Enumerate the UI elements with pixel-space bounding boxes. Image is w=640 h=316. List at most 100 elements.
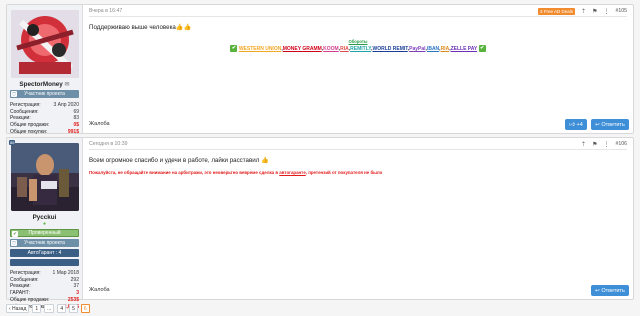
page-6[interactable]: 6: [80, 304, 90, 313]
bookmark-icon[interactable]: ⚑: [592, 8, 597, 15]
stat-value: 69: [73, 108, 79, 115]
post-105: SpectorMoney ✉ ⛉ Участник проекта Регистр…: [6, 4, 634, 136]
reply-button[interactable]: ↩ Ответить: [591, 285, 629, 296]
user-stats: Регистрация: 3 Апр 2020 Сообщения: 69 Реакци…: [10, 102, 79, 136]
page-1[interactable]: 1: [32, 304, 42, 313]
post-header: Сегодня в 10:39 ⇡ ⚑ ⋮ #106: [89, 141, 627, 150]
page-ellipsis: ...: [44, 304, 55, 313]
check-icon: ✔: [12, 231, 18, 237]
stat-row: Реакции: 83: [10, 115, 79, 122]
post-number[interactable]: #105: [615, 8, 627, 14]
signature-service[interactable]: RIA: [441, 46, 450, 52]
user-panel: 86 Pycckui ● ✔ Проверенный ⛉ Участник прое…: [7, 138, 83, 310]
username[interactable]: Pycckui: [10, 214, 79, 221]
prev-page-button[interactable]: ‹ Назад: [6, 304, 30, 313]
signature-service[interactable]: IBAN: [427, 46, 439, 52]
autogarant-link[interactable]: автогаранте: [279, 170, 306, 175]
stat-label: Регистрация:: [10, 102, 41, 108]
more-icon[interactable]: ⋮: [603, 141, 609, 148]
stat-value: 37: [73, 283, 79, 290]
report-link[interactable]: Жалоба: [89, 121, 110, 127]
stat-label: Регистрация:: [10, 270, 41, 276]
signature-service[interactable]: PayPal: [409, 46, 425, 52]
badge-member: ⛉ Участник проекта: [10, 239, 79, 247]
page-4[interactable]: 4: [57, 304, 67, 313]
badge-autogarant: АвтоГарант : 4: [10, 249, 79, 257]
stat-label: Общие продажи:: [10, 296, 50, 303]
stat-row: Регистрация: 3 Апр 2020: [10, 102, 79, 109]
reply-icon: ↩: [595, 287, 600, 294]
stat-row: Реакции: 37: [10, 283, 79, 290]
post-header: Вчера в 16:47 3 Free AD Deals ⇡ ⚑ ⋮ #105: [89, 7, 627, 17]
stat-value: 253$: [67, 296, 79, 303]
thumbs-up-icon: 👍: [261, 157, 269, 164]
like-button[interactable]: 👍︎ + 4: [565, 119, 587, 130]
stat-value: 1 Мар 2018: [52, 270, 79, 276]
stat-label: Сообщения:: [10, 108, 39, 115]
stat-row: Общие продажи: 0$: [10, 122, 79, 129]
username[interactable]: SpectorMoney ✉: [10, 81, 79, 88]
stat-value: 991$: [67, 128, 79, 135]
share-icon[interactable]: ⇡: [581, 8, 586, 15]
online-indicator: ●: [42, 221, 47, 227]
post-106: 86 Pycckui ● ✔ Проверенный ⛉ Участник прое…: [6, 137, 634, 310]
post-date[interactable]: Сегодня в 10:39: [89, 141, 128, 147]
page-5[interactable]: 5: [69, 304, 78, 313]
signature-service[interactable]: ZELLE PAY: [451, 46, 478, 52]
more-icon[interactable]: ⋮: [603, 8, 609, 15]
signature-services: ✔ WESTERN UNION,MONEY GRAMM,KOOM,RIA,REM…: [89, 45, 627, 52]
signature-service[interactable]: WESTERN UNION: [239, 46, 282, 52]
stat-row: Сообщения: 292: [10, 277, 79, 284]
check-icon: ✔: [230, 45, 238, 52]
share-icon[interactable]: ⇡: [581, 141, 586, 148]
envelope-icon[interactable]: ✉: [65, 82, 70, 88]
shield-icon: ⛉: [11, 91, 17, 97]
free-deals-tag[interactable]: 3 Free AD Deals: [538, 7, 576, 15]
post-message: Всем огромное спасибо и удечи в работе, …: [89, 157, 269, 164]
pagination: ‹ Назад 1... 4 5 6: [6, 304, 90, 313]
stat-row: Общие продажи: 253$: [10, 297, 79, 304]
post-body: Сегодня в 10:39 ⇡ ⚑ ⋮ #106 Всем огромное…: [83, 138, 633, 299]
badge-blank: [10, 259, 79, 266]
signature-title[interactable]: Обороты: [89, 39, 627, 44]
check-icon: ✔: [478, 45, 486, 52]
stat-row: Регистрация: 1 Мар 2018: [10, 270, 79, 277]
bookmark-icon[interactable]: ⚑: [592, 141, 597, 148]
stat-value: 83: [73, 115, 79, 122]
shield-icon: ⛉: [11, 240, 17, 246]
avatar[interactable]: [10, 10, 79, 78]
stat-label: Реакции:: [10, 115, 31, 122]
signature-service[interactable]: RIA: [340, 46, 349, 52]
stat-value: 3: [76, 290, 79, 297]
stat-label: Общие продажи:: [10, 122, 50, 129]
post-date[interactable]: Вчера в 16:47: [89, 8, 122, 14]
stat-label: ГАРАНТ:: [10, 290, 31, 297]
post-number[interactable]: #106: [615, 141, 627, 147]
signature-service[interactable]: WORLD REMIT: [372, 46, 407, 52]
badge-member: ⛉ Участник проекта: [10, 90, 79, 98]
stat-row: ГАРАНТ: 3: [10, 290, 79, 297]
stat-row: Общие покупки: 991$: [10, 129, 79, 136]
thumbs-up-icon: 👍︎: [569, 121, 575, 128]
reply-button[interactable]: ↩ Ответить: [591, 119, 629, 130]
stat-value: 0$: [73, 122, 79, 129]
signature-service[interactable]: REMITLY: [350, 46, 371, 52]
signature-service[interactable]: KOOM: [323, 46, 339, 52]
stat-label: Сообщения:: [10, 276, 39, 283]
signature: Обороты ✔ WESTERN UNION,MONEY GRAMM,KOOM…: [89, 39, 627, 52]
badge-verified: ✔ Проверенный: [10, 229, 79, 237]
stat-row: Сообщения: 69: [10, 109, 79, 116]
report-link[interactable]: Жалоба: [89, 287, 110, 293]
warning-text: Пожалуйста, не обращайте внимание на арб…: [89, 170, 383, 175]
signature-service[interactable]: MONEY GRAMM: [283, 46, 322, 52]
rank-badge: 86: [9, 140, 16, 145]
thumbs-up-icon: 👍👍: [175, 24, 192, 31]
reply-icon: ↩: [595, 121, 600, 128]
stat-value: 292: [70, 276, 79, 283]
user-panel: SpectorMoney ✉ ⛉ Участник проекта Регистр…: [7, 5, 83, 136]
stat-label: Реакции:: [10, 283, 31, 290]
stat-label: Общие покупки:: [10, 128, 48, 135]
stat-value: 3 Апр 2020: [53, 102, 79, 108]
avatar[interactable]: [10, 143, 79, 211]
post-message: Поддерживаю выше человека👍👍: [89, 24, 192, 31]
